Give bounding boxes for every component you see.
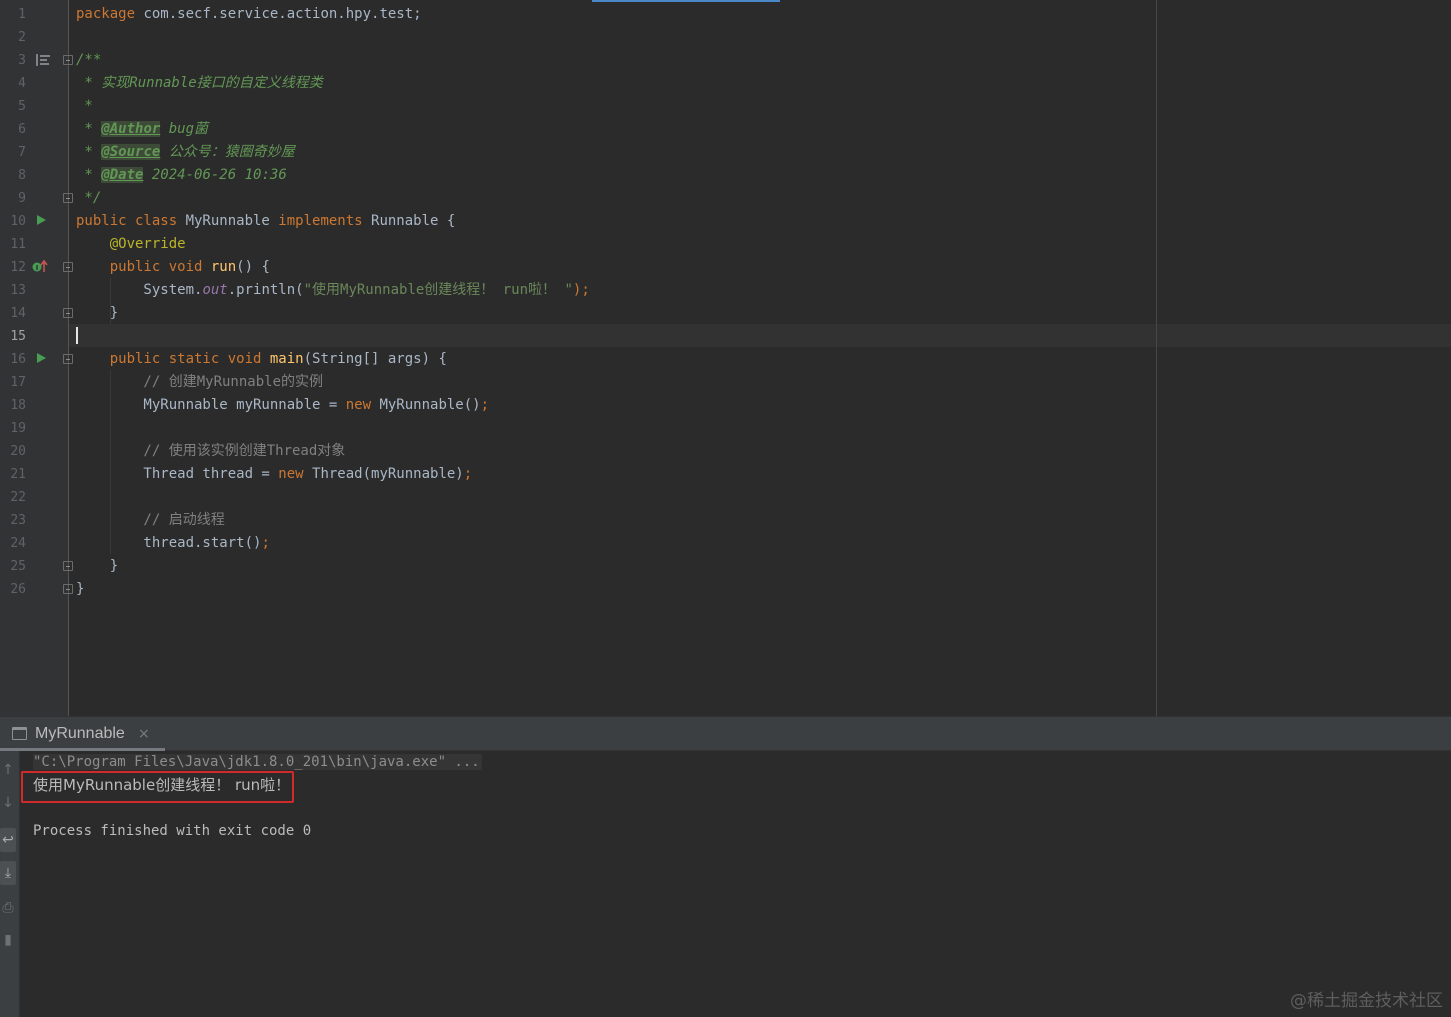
line-number: 11 [10, 237, 26, 252]
soft-wrap-icon[interactable]: ↩ [0, 828, 16, 852]
line-number: 2 [18, 30, 26, 45]
up-arrow-icon[interactable]: ↑ [0, 761, 16, 779]
line-number: 19 [10, 421, 26, 436]
run-class-icon[interactable] [37, 215, 46, 225]
line-number: 25 [10, 559, 26, 574]
code-line-7: * @Source 公众号：猿圈奇妙屋 [76, 144, 295, 160]
code-line-26: } [76, 581, 85, 597]
code-line-12: public void run() { [76, 259, 270, 275]
tab-myrunnable[interactable]: MyRunnable × [0, 717, 165, 751]
line-number: 22 [10, 490, 26, 505]
line-number: 7 [18, 145, 26, 160]
line-number: 3 [18, 53, 26, 68]
code-line-3: /** [76, 52, 102, 68]
code-line-13: System.out.println("使用MyRunnable创建线程！ ru… [76, 282, 590, 298]
code-line-8: * @Date 2024-06-26 10:36 [76, 167, 287, 183]
tab-label: MyRunnable [35, 725, 125, 742]
line-number-current: 15 [10, 329, 26, 344]
fold-marker[interactable] [63, 354, 73, 364]
console-icon [12, 727, 27, 740]
code-line-10: public class MyRunnable implements Runna… [76, 213, 456, 229]
line-number: 24 [10, 536, 26, 551]
fold-marker[interactable] [63, 55, 73, 65]
render-doc-icon[interactable] [36, 54, 50, 66]
code-line-23: // 启动线程 [76, 512, 225, 528]
run-toolbar: ↑ ↓ ↩ ⤓ ⎙ ▮ [0, 751, 20, 1017]
line-number: 6 [18, 122, 26, 137]
line-number: 8 [18, 168, 26, 183]
line-number: 9 [18, 191, 26, 206]
code-line-21: Thread thread = new Thread(myRunnable); [76, 466, 473, 482]
down-arrow-icon[interactable]: ↓ [0, 794, 16, 812]
fold-marker[interactable] [63, 262, 73, 272]
watermark: @稀土掘金技术社区 [1290, 991, 1443, 1011]
code-line-17: // 创建MyRunnable的实例 [76, 374, 324, 390]
close-icon[interactable]: × [138, 717, 150, 751]
line-number: 4 [18, 76, 26, 91]
code-line-16: public static void main(String[] args) { [76, 351, 447, 367]
implements-method-icon[interactable]: I [32, 259, 48, 273]
line-number: 17 [10, 375, 26, 390]
scroll-to-end-icon[interactable]: ⤓ [0, 861, 16, 885]
code-line-18: MyRunnable myRunnable = new MyRunnable()… [76, 397, 490, 413]
line-number: 5 [18, 99, 26, 114]
run-main-icon[interactable] [37, 353, 46, 363]
line-number: 18 [10, 398, 26, 413]
line-number: 12 [10, 260, 26, 275]
trash-icon[interactable]: ▮ [0, 931, 16, 949]
fold-marker[interactable] [63, 584, 73, 594]
line-number: 20 [10, 444, 26, 459]
code-line-25: } [76, 558, 119, 574]
line-number: 16 [10, 352, 26, 367]
fold-marker[interactable] [63, 561, 73, 571]
code-line-5: * [76, 98, 93, 114]
current-line-highlight [0, 324, 1451, 347]
line-number: 14 [10, 306, 26, 321]
code-line-9: */ [76, 190, 102, 206]
console-exit-message: Process finished with exit code 0 [33, 823, 312, 839]
line-number: 26 [10, 582, 26, 597]
console-output-line: 使用MyRunnable创建线程！ run啦！ [33, 776, 291, 794]
fold-marker[interactable] [63, 193, 73, 203]
code-editor[interactable]: 1 2 3 4 5 6 7 8 9 10 11 12 13 14 15 16 1… [0, 0, 1451, 716]
code-line-20: // 使用该实例创建Thread对象 [76, 443, 346, 459]
code-line-24: thread.start(); [76, 535, 270, 551]
text-caret [76, 327, 78, 344]
print-icon[interactable]: ⎙ [0, 899, 16, 917]
line-number: 21 [10, 467, 26, 482]
code-line-4: * 实现Runnable接口的自定义线程类 [76, 75, 323, 91]
line-number: 1 [18, 7, 26, 22]
line-number: 23 [10, 513, 26, 528]
code-line-1: package com.secf.service.action.hpy.test… [76, 6, 422, 22]
line-number: 13 [10, 283, 26, 298]
editor-tab-indicator [592, 0, 780, 2]
code-line-6: * @Author bug菌 [76, 121, 209, 137]
svg-text:I: I [36, 264, 39, 272]
run-tab-bar: MyRunnable × [0, 717, 1451, 751]
fold-marker[interactable] [63, 308, 73, 318]
line-number: 10 [10, 214, 26, 229]
code-line-14: } [76, 305, 119, 321]
right-margin-guide [1156, 0, 1157, 716]
code-line-11: @Override [76, 236, 186, 252]
